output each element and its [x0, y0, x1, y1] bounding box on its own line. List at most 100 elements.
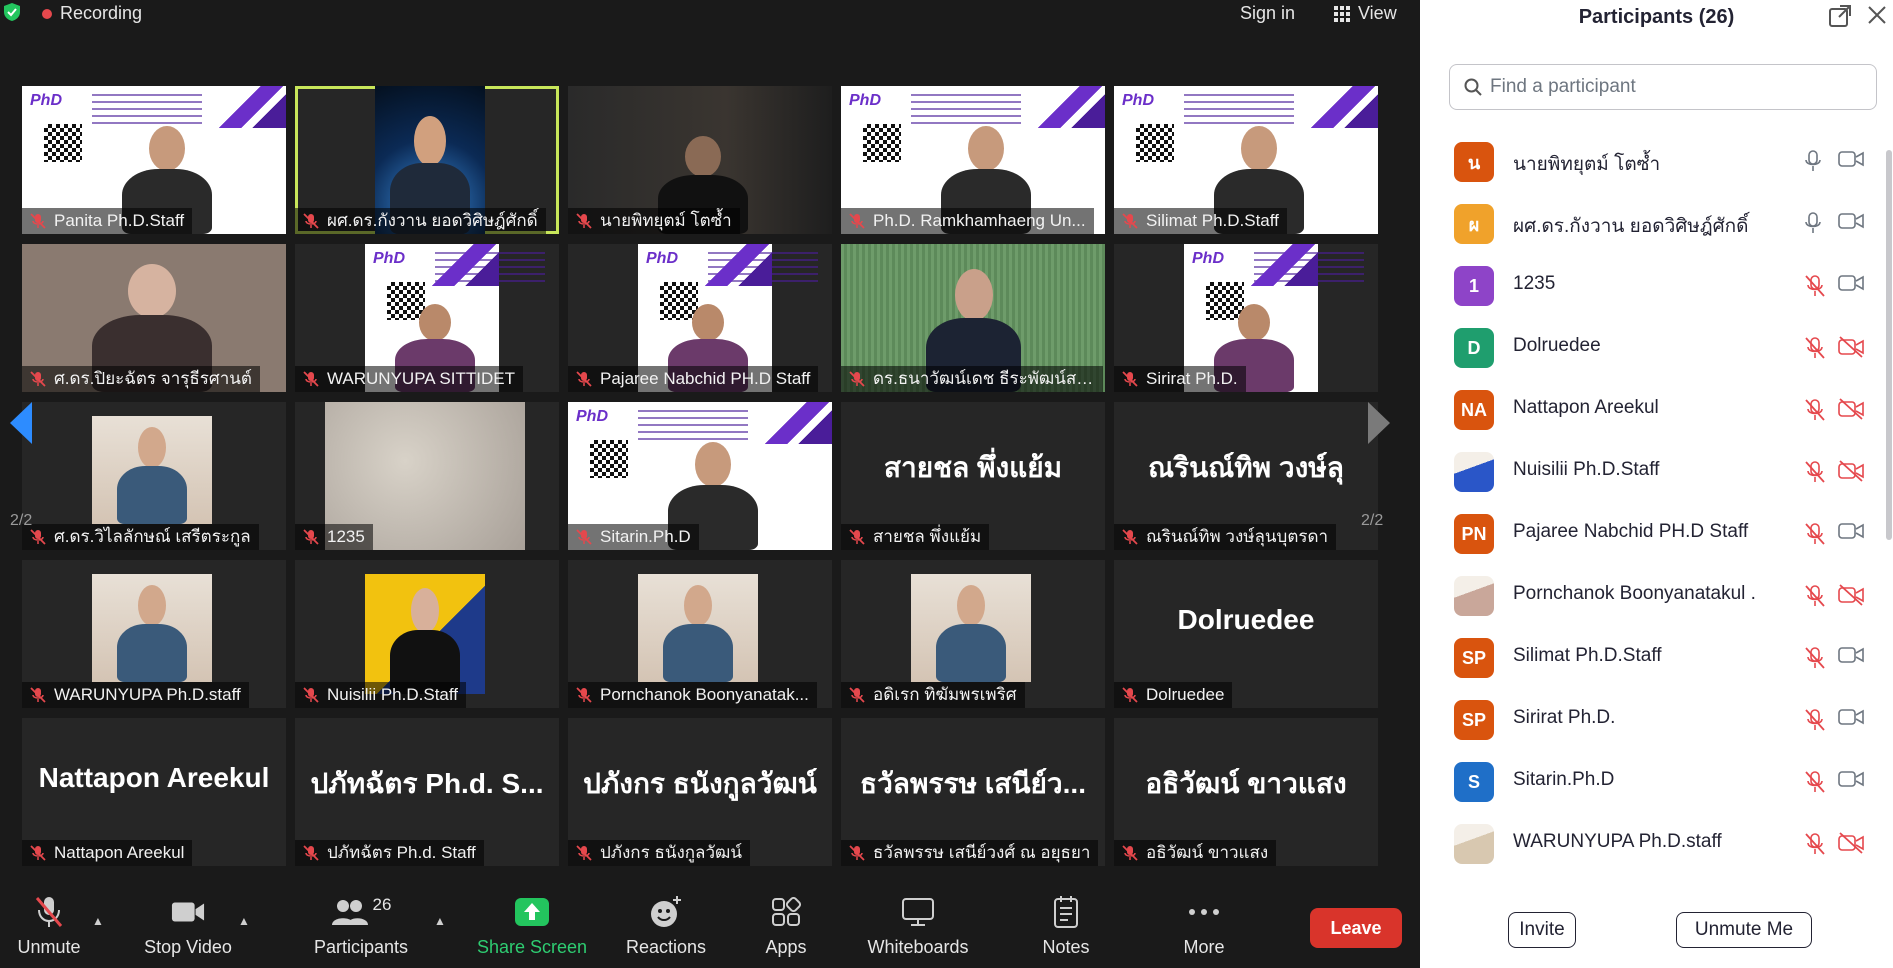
recording-indicator[interactable]: Recording — [42, 3, 142, 24]
stop-video-button[interactable]: Stop Video — [138, 888, 238, 968]
muted-microphone-icon[interactable] — [1804, 460, 1826, 489]
participant-list-item[interactable]: Nuisilii Ph.D.Staff — [1420, 440, 1890, 502]
unmute-button[interactable]: Unmute — [8, 888, 90, 968]
video-camera-icon[interactable] — [1838, 274, 1864, 297]
whiteboards-button[interactable]: Whiteboards — [858, 888, 978, 968]
muted-microphone-icon[interactable] — [1804, 584, 1826, 613]
participant-video-tile[interactable]: สายชล พึ่งแย้ม สายชล พึ่งแย้ม — [841, 402, 1105, 550]
participant-search-input[interactable] — [1490, 76, 1850, 98]
participant-list-item[interactable]: WARUNYUPA Ph.D.staff — [1420, 812, 1890, 874]
video-camera-icon[interactable] — [1838, 708, 1864, 731]
video-off-icon[interactable] — [1838, 460, 1864, 487]
top-bar: Recording Sign in View — [0, 0, 1420, 28]
video-off-icon[interactable] — [1838, 584, 1864, 611]
participant-list-item[interactable]: SP Sirirat Ph.D. — [1420, 688, 1890, 750]
participant-list-item[interactable]: D Dolruedee — [1420, 316, 1890, 378]
unmute-me-button[interactable]: Unmute Me — [1676, 912, 1812, 948]
participant-video-tile[interactable]: ณรินณ์ทิพ วงษ์ลุ ณรินณ์ทิพ วงษ์ลุนบุตรดา — [1114, 402, 1378, 550]
video-camera-icon[interactable] — [1838, 646, 1864, 669]
participant-name-label: ธวัลพรรษ เสนีย์วงศ์ ณ อยุธยา — [841, 840, 1099, 866]
view-button[interactable]: View — [1334, 3, 1397, 24]
participant-name-label: ปภัทฉัตร Ph.d. Staff — [295, 840, 484, 866]
participant-video-tile[interactable]: 1235 — [295, 402, 559, 550]
unmute-label: Unmute — [17, 937, 81, 957]
video-camera-icon[interactable] — [1838, 212, 1864, 235]
participant-list-scrollbar[interactable] — [1886, 150, 1892, 540]
muted-microphone-icon — [849, 371, 865, 387]
participant-video-tile[interactable]: อดิเรก ทิฆัมพรเพริศ — [841, 560, 1105, 708]
more-button[interactable]: More — [1164, 888, 1244, 968]
video-options-caret-icon[interactable]: ▲ — [238, 914, 250, 928]
muted-microphone-icon[interactable] — [1804, 274, 1826, 303]
close-icon[interactable] — [1866, 4, 1888, 26]
participant-list-item[interactable]: S Sitarin.Ph.D — [1420, 750, 1890, 812]
participant-video-tile[interactable]: WARUNYUPA Ph.D.staff — [22, 560, 286, 708]
participant-name: WARUNYUPA Ph.D.staff — [1513, 831, 1722, 852]
participant-video-tile[interactable]: ธวัลพรรษ เสนีย์ว... ธวัลพรรษ เสนีย์วงศ์ ณ… — [841, 718, 1105, 866]
participant-video-tile[interactable]: ปภัทฉัตร Ph.d. S... ปภัทฉัตร Ph.d. Staff — [295, 718, 559, 866]
participant-video-tile[interactable]: PhD Pajaree Nabchid PH.D Staff — [568, 244, 832, 392]
video-camera-icon[interactable] — [1838, 522, 1864, 545]
encryption-shield-icon[interactable] — [2, 2, 22, 22]
participant-video-tile[interactable]: PhD WARUNYUPA SITTIDET — [295, 244, 559, 392]
participant-video-tile[interactable]: อธิวัฒน์ ขาวแสง อธิวัฒน์ ขาวแสง — [1114, 718, 1378, 866]
muted-microphone-icon[interactable] — [1804, 336, 1826, 365]
participant-video-tile[interactable]: ศ.ดร.วิไลลักษณ์ เสรีตระกูล — [22, 402, 286, 550]
participant-video-tile[interactable]: PhD Sitarin.Ph.D — [568, 402, 832, 550]
participant-list-item[interactable]: NA Nattapon Areekul — [1420, 378, 1890, 440]
pop-out-icon[interactable] — [1828, 4, 1852, 28]
muted-microphone-icon[interactable] — [1804, 646, 1826, 675]
participant-video-tile[interactable]: PhD Silimat Ph.D.Staff — [1114, 86, 1378, 234]
video-camera-icon[interactable] — [1838, 770, 1864, 793]
participant-list-item[interactable]: PN Pajaree Nabchid PH.D Staff — [1420, 502, 1890, 564]
participant-list-item[interactable]: 1 1235 — [1420, 254, 1890, 316]
video-off-icon[interactable] — [1838, 832, 1864, 859]
muted-microphone-icon[interactable] — [1804, 522, 1826, 551]
participant-list-item[interactable]: ผ ผศ.ดร.กังวาน ยอดวิศิษฎ์ศักดิ์ — [1420, 192, 1890, 254]
muted-microphone-icon[interactable] — [1804, 398, 1826, 427]
participant-video-tile[interactable]: Nattapon Areekul Nattapon Areekul — [22, 718, 286, 866]
muted-microphone-icon[interactable] — [1804, 832, 1826, 861]
notes-button[interactable]: Notes — [1026, 888, 1106, 968]
video-off-icon[interactable] — [1838, 398, 1864, 425]
next-page-arrow-icon[interactable] — [1366, 400, 1392, 446]
leave-button[interactable]: Leave — [1310, 908, 1402, 948]
participants-label: Participants — [313, 937, 409, 957]
participants-options-caret-icon[interactable]: ▲ — [434, 914, 446, 928]
participants-button[interactable]: 26 Participants — [306, 888, 416, 968]
muted-microphone-icon — [849, 687, 865, 703]
participant-list-item[interactable]: Pornchanok Boonyanatakul . — [1420, 564, 1890, 626]
apps-button[interactable]: Apps — [746, 888, 826, 968]
sign-in-link[interactable]: Sign in — [1240, 3, 1295, 24]
participant-video-tile[interactable]: ดร.ธนาวัฒน์เดช ธีระพัฒน์สกุล — [841, 244, 1105, 392]
microphone-icon[interactable] — [1804, 212, 1822, 239]
audio-options-caret-icon[interactable]: ▲ — [92, 914, 104, 928]
participant-video-tile[interactable]: PhD Ph.D. Ramkhamhaeng Un... — [841, 86, 1105, 234]
muted-microphone-icon — [303, 529, 319, 545]
participant-name-label: Pajaree Nabchid PH.D Staff — [568, 366, 819, 392]
participant-list-item[interactable]: SP Silimat Ph.D.Staff — [1420, 626, 1890, 688]
muted-microphone-icon — [30, 687, 46, 703]
video-off-icon[interactable] — [1838, 336, 1864, 363]
participant-video-tile[interactable]: Dolruedee Dolruedee — [1114, 560, 1378, 708]
participant-list-item[interactable]: น นายพิทยุตม์ โตซ้ำ — [1420, 130, 1890, 192]
reactions-button[interactable]: Reactions — [616, 888, 716, 968]
muted-microphone-icon[interactable] — [1804, 770, 1826, 799]
microphone-icon[interactable] — [1804, 150, 1822, 177]
participant-video-tile[interactable]: PhD Panita Ph.D.Staff — [22, 86, 286, 234]
invite-button[interactable]: Invite — [1508, 912, 1576, 948]
participant-video-tile[interactable]: ผศ.ดร.กังวาน ยอดวิศิษฎ์ศักดิ์ — [295, 86, 559, 234]
participant-video-tile[interactable]: PhD Sirirat Ph.D. — [1114, 244, 1378, 392]
muted-microphone-icon[interactable] — [1804, 708, 1826, 737]
meeting-area: Recording Sign in View PhD Panita Ph.D.St… — [0, 0, 1420, 968]
previous-page-arrow-icon[interactable] — [8, 400, 34, 446]
participant-video-tile[interactable]: Pornchanok Boonyanatak... — [568, 560, 832, 708]
participant-video-tile[interactable]: ศ.ดร.ปิยะฉัตร จารุธีรศานต์ — [22, 244, 286, 392]
participant-name: Dolruedee — [1513, 335, 1601, 356]
participant-video-tile[interactable]: นายพิทยุตม์ โตซ้ำ — [568, 86, 832, 234]
share-screen-button[interactable]: Share Screen — [474, 888, 590, 968]
participant-video-tile[interactable]: Nuisilii Ph.D.Staff — [295, 560, 559, 708]
participant-video-tile[interactable]: ปภังกร ธนังกูลวัฒน์ ปภังกร ธนังกูลวัฒน์ — [568, 718, 832, 866]
video-camera-icon[interactable] — [1838, 150, 1864, 173]
participant-name-label: ดร.ธนาวัฒน์เดช ธีระพัฒน์สกุล — [841, 366, 1103, 392]
